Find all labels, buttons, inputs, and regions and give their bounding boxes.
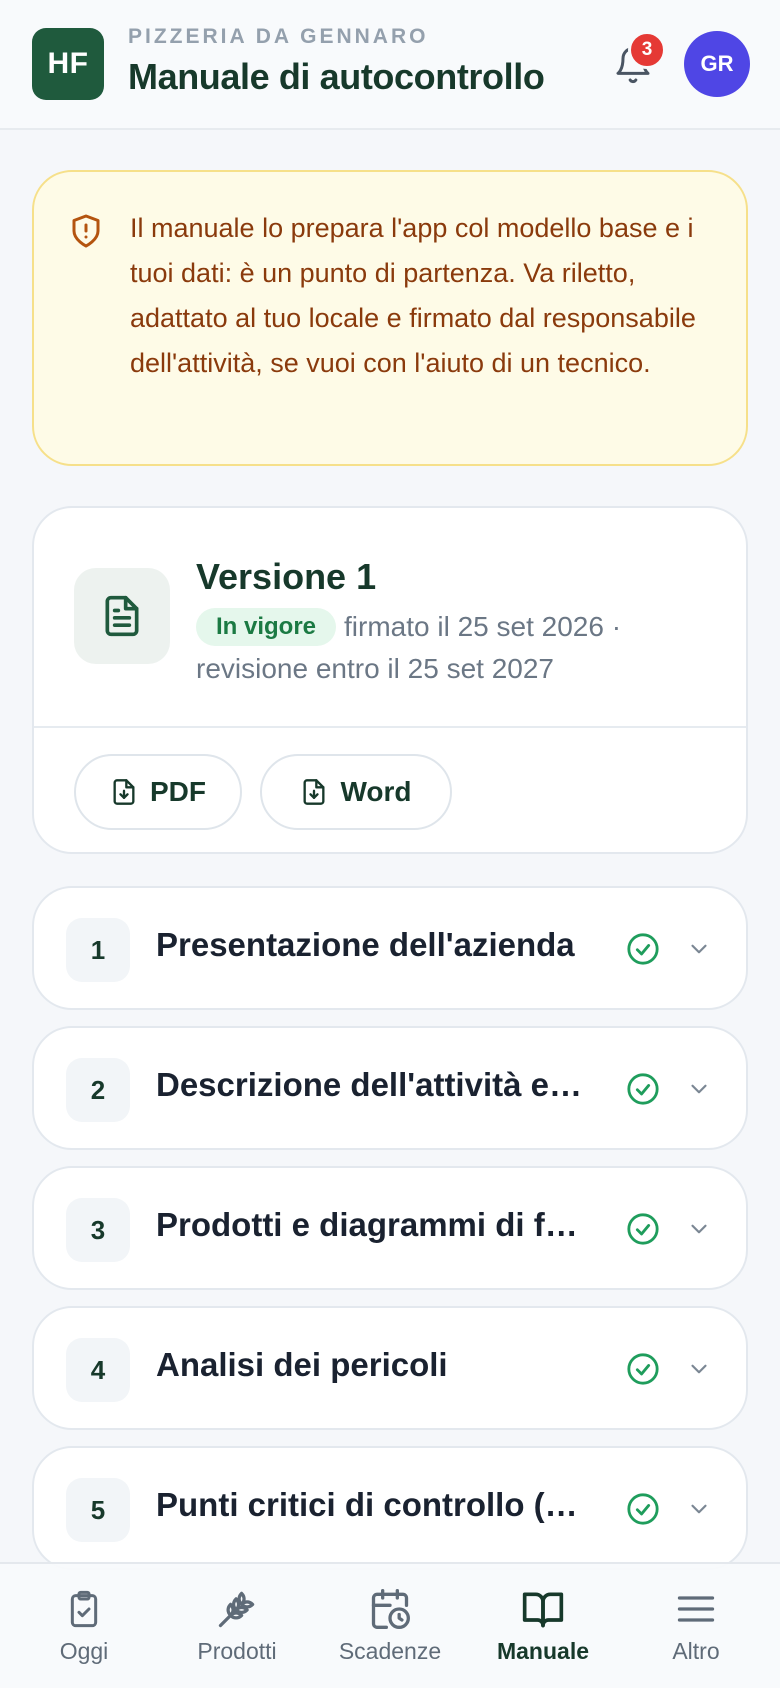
check-circle-icon: [627, 1073, 659, 1105]
download-pdf-button[interactable]: PDF: [74, 754, 242, 830]
section-item[interactable]: 1 Presentazione dell'azienda: [32, 886, 748, 1010]
nav-label: Manuale: [496, 1638, 590, 1664]
notice-text: Il manuale lo prepara l'app col modello …: [130, 213, 696, 378]
business-name: PIZZERIA DA GENNARO: [128, 25, 429, 48]
menu-icon: [677, 1596, 715, 1622]
chevron-down-icon: [691, 1084, 707, 1094]
document-icon: [105, 595, 139, 637]
nav-label: Oggi: [59, 1638, 109, 1664]
check-circle-icon: [627, 1353, 659, 1385]
section-number: 2: [66, 1058, 130, 1122]
section-title: Analisi dei pericoli: [156, 1346, 448, 1383]
chevron-down-icon: [691, 1364, 707, 1374]
wheat-icon: [218, 1591, 255, 1628]
nav-item-manuale[interactable]: Manuale: [467, 1564, 619, 1688]
version-meta: In vigore firmato il 25 set 2026 · revisi…: [196, 606, 716, 690]
check-circle-icon: [627, 1493, 659, 1525]
section-item[interactable]: 3 Prodotti e diagrammi di flusso: [32, 1166, 748, 1290]
page-title: Manuale di autocontrollo: [128, 56, 545, 97]
nav-label: Scadenze: [338, 1638, 442, 1664]
app-header: HF PIZZERIA DA GENNARO Manuale di autoco…: [0, 0, 780, 130]
section-title: Presentazione dell'azienda: [156, 926, 575, 963]
download-pdf-label: PDF: [150, 776, 206, 807]
section-number: 5: [66, 1478, 130, 1542]
section-item[interactable]: 5 Punti critici di controllo (CCP): [32, 1446, 748, 1570]
chevron-down-icon: [691, 944, 707, 954]
nav-item-prodotti[interactable]: Prodotti: [161, 1564, 313, 1688]
download-word-label: Word: [340, 776, 412, 807]
section-number: 1: [66, 918, 130, 982]
app-logo: HF: [32, 28, 104, 100]
chevron-down-icon: [691, 1224, 707, 1234]
shield-alert-icon: [72, 214, 100, 248]
clipboard-check-icon: [70, 1590, 98, 1628]
file-download-icon: [113, 779, 135, 805]
status-badge: In vigore: [196, 608, 337, 646]
download-word-button[interactable]: Word: [260, 754, 452, 830]
section-title: Prodotti e diagrammi di flusso: [156, 1206, 586, 1243]
section-title: Punti critici di controllo (CCP): [156, 1486, 586, 1523]
nav-label: Prodotti: [197, 1638, 277, 1664]
calendar-clock-icon: [371, 1589, 410, 1629]
notification-count-badge: 3: [628, 31, 666, 69]
nav-item-scadenze[interactable]: Scadenze: [314, 1564, 466, 1688]
section-item[interactable]: 2 Descrizione dell'attività e dei locali: [32, 1026, 748, 1150]
divider: [34, 726, 746, 728]
section-number: 3: [66, 1198, 130, 1262]
file-download-icon: [303, 779, 325, 805]
chevron-down-icon: [691, 1504, 707, 1514]
section-title: Descrizione dell'attività e dei locali: [156, 1066, 586, 1103]
section-number: 4: [66, 1338, 130, 1402]
app-screen: HF PIZZERIA DA GENNARO Manuale di autoco…: [0, 0, 780, 1688]
document-tile: [74, 568, 170, 664]
version-card: Versione 1 In vigore firmato il 25 set 20…: [32, 506, 748, 854]
check-circle-icon: [627, 933, 659, 965]
book-open-icon: [522, 1592, 564, 1628]
nav-item-oggi[interactable]: Oggi: [8, 1564, 160, 1688]
check-circle-icon: [627, 1213, 659, 1245]
version-title: Versione 1: [196, 556, 377, 597]
nav-label: Altro: [672, 1638, 720, 1664]
section-item[interactable]: 4 Analisi dei pericoli: [32, 1306, 748, 1430]
user-avatar[interactable]: GR: [684, 31, 750, 97]
nav-item-altro[interactable]: Altro: [620, 1564, 772, 1688]
disclaimer-notice: Il manuale lo prepara l'app col modello …: [32, 170, 748, 466]
bottom-navigation: Oggi Prodotti Scadenze Manuale Altro: [0, 1562, 780, 1688]
